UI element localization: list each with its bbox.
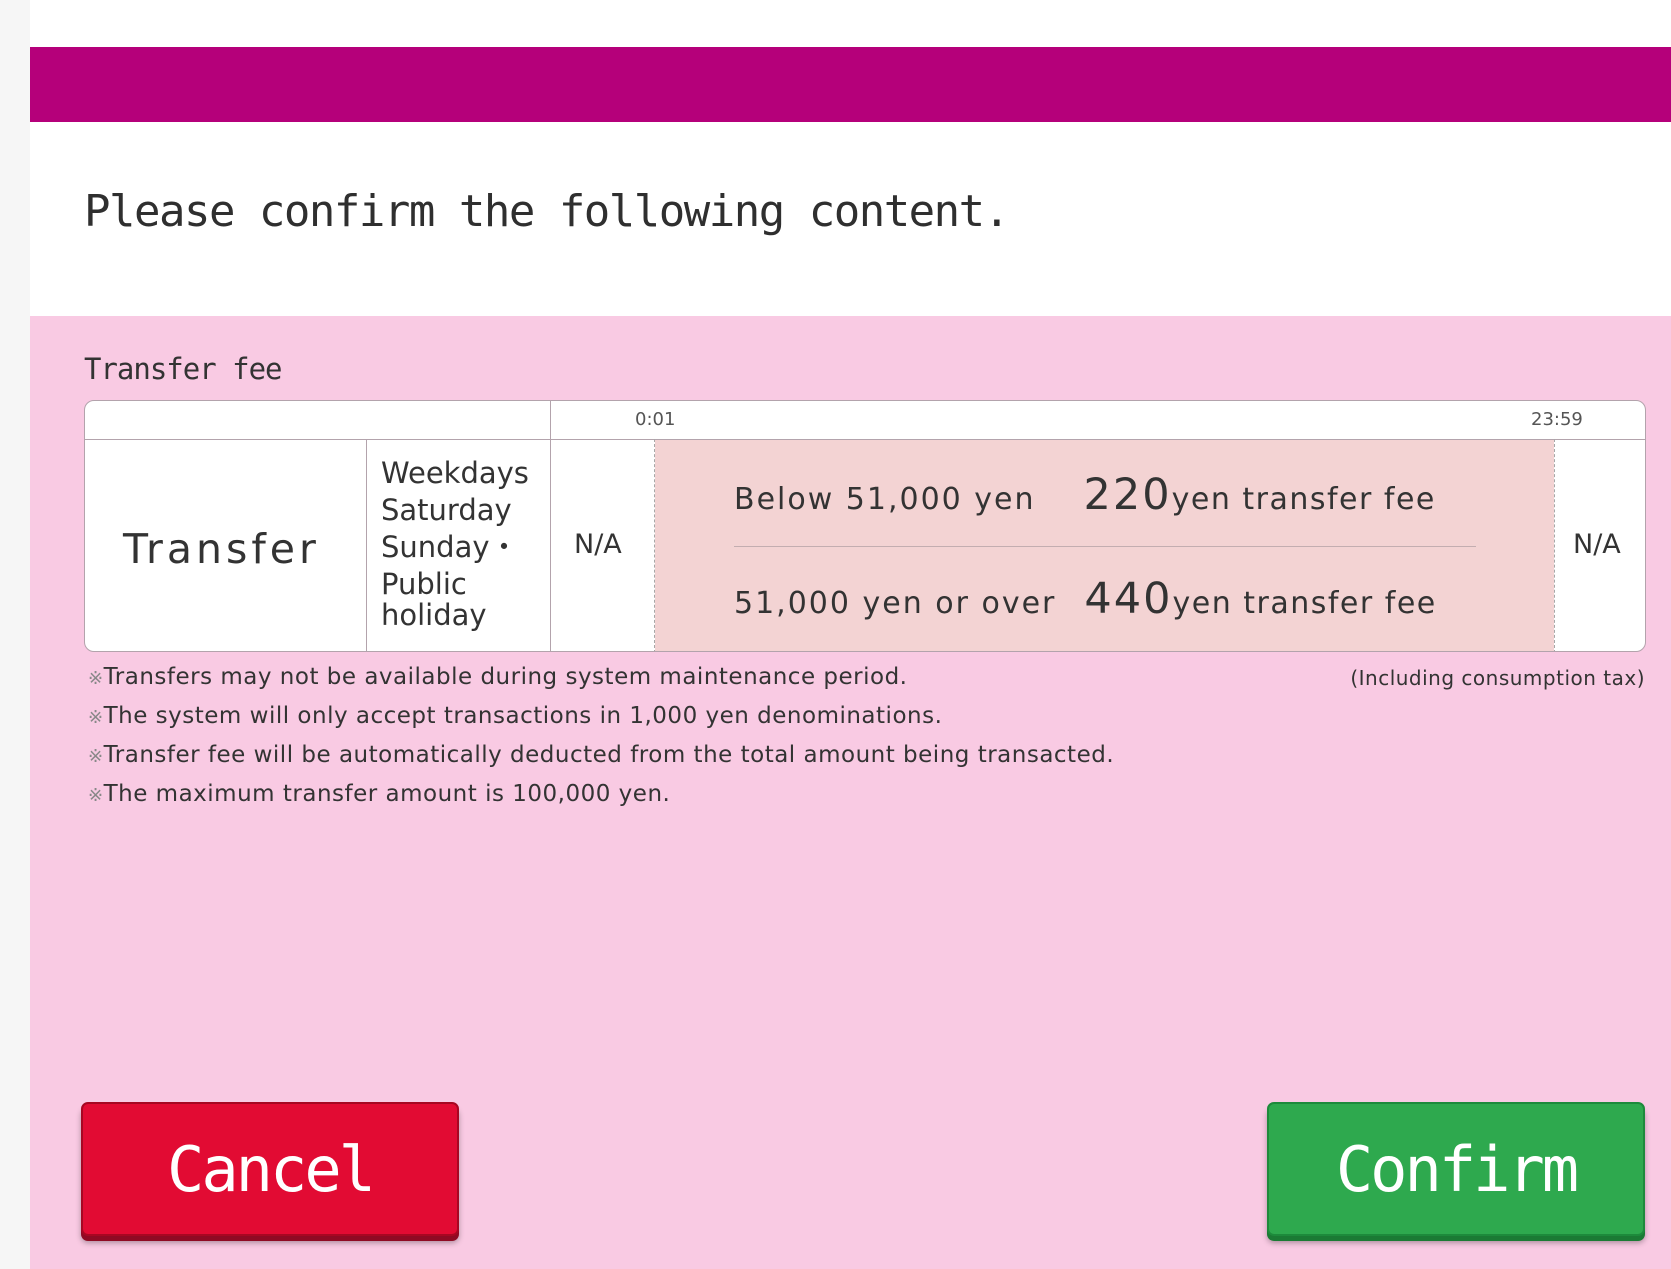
day-label: holiday (381, 598, 487, 632)
tier-1-amount: 220 (1083, 470, 1172, 520)
column-divider (550, 401, 551, 651)
header-row-line (85, 439, 1645, 440)
tier-divider (734, 546, 1476, 547)
fee-band: Below 51,000 yen 220yen transfer fee 51,0… (655, 440, 1554, 651)
day-label: Weekdays (381, 456, 529, 490)
note-mark: ※ (88, 785, 104, 806)
tier-2-condition: 51,000 yen or over (734, 586, 1057, 621)
tax-note: (Including consumption tax) (1350, 666, 1645, 690)
days-cell: Weekdays Saturday Sunday・ Public holiday (381, 455, 529, 634)
note-item: ※The system will only accept transaction… (88, 703, 1114, 742)
tier-1-condition: Below 51,000 yen (734, 482, 1036, 517)
confirmation-screen: Please confirm the following content. Tr… (30, 0, 1671, 1269)
tier-2-amount: 440 (1084, 574, 1173, 624)
tier-1-unit: yen transfer fee (1171, 482, 1436, 517)
column-divider (366, 439, 367, 651)
page-title: Please confirm the following content. (84, 186, 1010, 237)
day-label: Sunday・ (381, 530, 519, 564)
note-text: Transfers may not be available during sy… (103, 664, 908, 690)
content-panel: Transfer fee Below 51,000 yen 220yen tran… (30, 316, 1671, 1269)
fee-tier-2: 51,000 yen or over 440yen transfer fee (734, 574, 1437, 624)
time-end-marker (1554, 439, 1555, 651)
time-end-label: 23:59 (1531, 409, 1583, 430)
note-mark: ※ (88, 746, 104, 767)
notes-list: ※Transfers may not be available during s… (88, 664, 1114, 820)
time-start-label: 0:01 (635, 409, 676, 430)
note-text: Transfer fee will be automatically deduc… (103, 742, 1115, 768)
note-item: ※Transfers may not be available during s… (88, 664, 1114, 703)
note-mark: ※ (88, 707, 104, 728)
time-start-marker (654, 439, 655, 651)
cancel-button[interactable]: Cancel (81, 1102, 459, 1236)
na-after-label: N/A (1573, 529, 1621, 560)
na-before-label: N/A (574, 529, 622, 560)
fee-tier-1: Below 51,000 yen 220yen transfer fee (734, 470, 1436, 520)
service-name: Transfer (123, 525, 320, 573)
note-text: The maximum transfer amount is 100,000 y… (103, 781, 671, 807)
fee-table: Below 51,000 yen 220yen transfer fee 51,0… (84, 400, 1646, 652)
note-item: ※Transfer fee will be automatically dedu… (88, 742, 1114, 781)
note-item: ※The maximum transfer amount is 100,000 … (88, 781, 1114, 820)
confirm-button[interactable]: Confirm (1267, 1102, 1645, 1236)
day-label: Saturday (381, 493, 512, 527)
note-text: The system will only accept transactions… (103, 703, 943, 729)
top-bar (30, 47, 1671, 122)
tier-2-unit: yen transfer fee (1172, 586, 1437, 621)
note-mark: ※ (88, 668, 104, 689)
section-label: Transfer fee (84, 352, 283, 386)
